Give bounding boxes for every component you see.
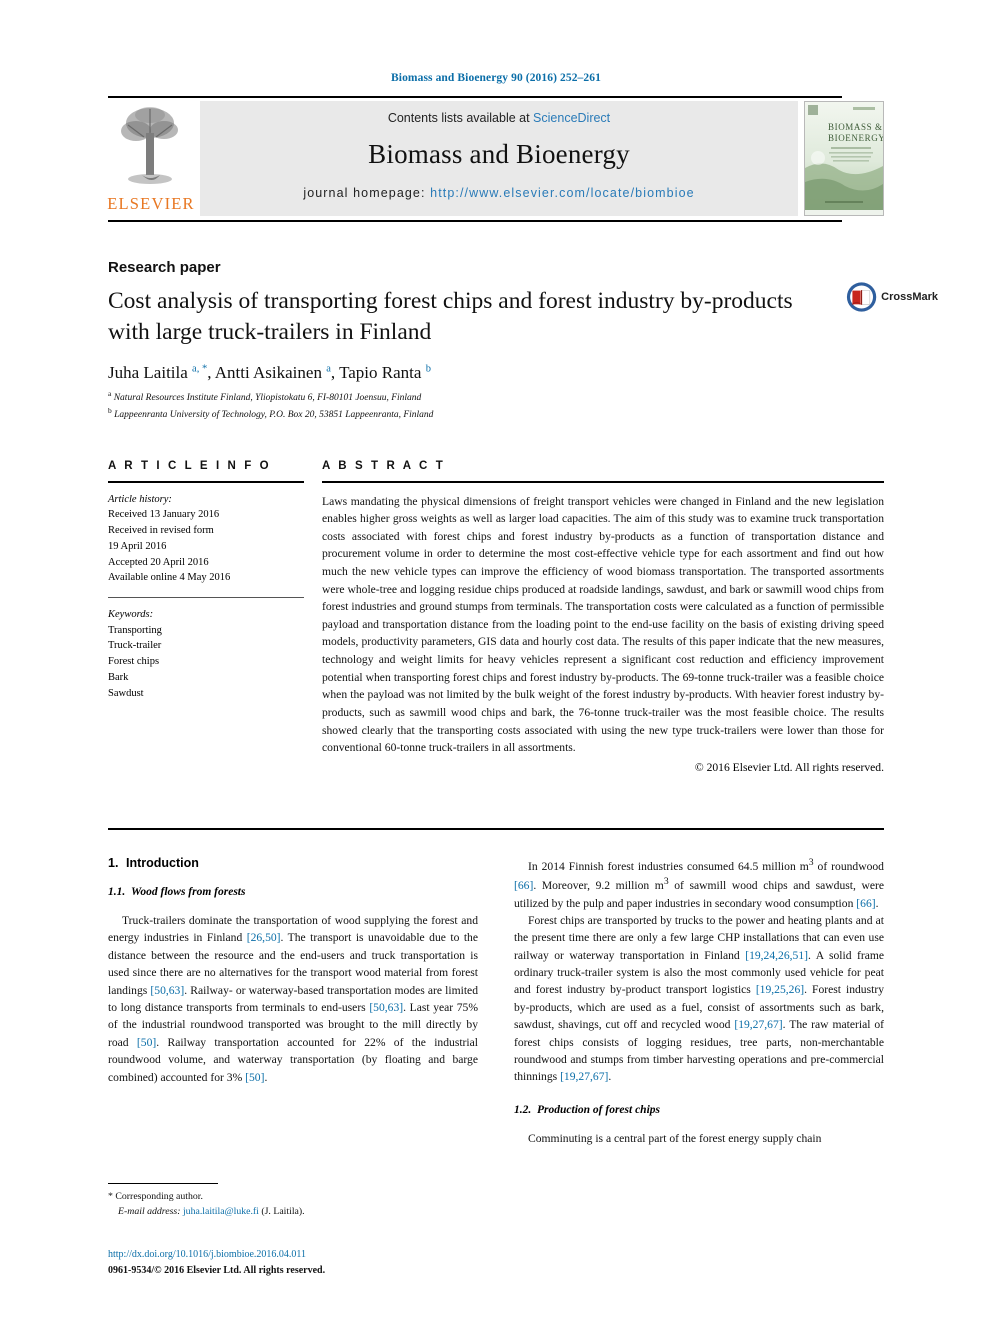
email-link[interactable]: juha.laitila@luke.fi: [183, 1206, 259, 1217]
abstract-bottom-rule: [108, 828, 884, 830]
subsection-title: Production of forest chips: [537, 1103, 660, 1116]
page-title: Cost analysis of transporting forest chi…: [108, 288, 793, 345]
affiliation-text: Lappeenranta University of Technology, P…: [114, 410, 434, 421]
affiliation-item: a Natural Resources Institute Finland, Y…: [108, 389, 433, 406]
subsection-number: 1.2.: [514, 1103, 532, 1116]
section-heading-1-2: 1.2. Production of forest chips: [514, 1104, 884, 1116]
crossmark-icon: [846, 282, 877, 312]
journal-title: Biomass and Bioenergy: [368, 139, 630, 169]
sciencedirect-link[interactable]: ScienceDirect: [533, 111, 610, 125]
journal-masthead: ELSEVIER Contents lists available at Sci…: [107, 96, 884, 222]
affiliation-item: b Lappeenranta University of Technology,…: [108, 406, 433, 423]
email-suffix: (J. Laitila).: [261, 1205, 305, 1217]
doi-block: http://dx.doi.org/10.1016/j.biombioe.201…: [108, 1247, 488, 1278]
abstract-heading: A B S T R A C T: [322, 460, 446, 472]
history-item: Received in revised form: [108, 525, 214, 537]
article-info-column: A R T I C L E I N F O Article history: R…: [108, 460, 304, 701]
paper-page: Biomass and Bioenergy 90 (2016) 252–261: [0, 0, 992, 1323]
running-head: Biomass and Bioenergy 90 (2016) 252–261: [391, 72, 601, 84]
history-item: Available online 4 May 2016: [108, 572, 231, 584]
affiliation-marker: b: [108, 405, 112, 415]
left-column: 1. Introduction 1.1. Wood flows from fore…: [108, 856, 478, 1086]
keywords-rule: [108, 597, 304, 598]
abstract-copyright: © 2016 Elsevier Ltd. All rights reserved…: [694, 760, 884, 774]
affiliation-marker: a: [108, 389, 112, 398]
authors-text: Juha Laitila a, *, Antti Asikainen a, Ta…: [108, 363, 431, 382]
svg-text:BIOMASS &: BIOMASS &: [828, 122, 883, 132]
cover-artwork: BIOMASS & BIOENERGY: [805, 102, 883, 210]
email-line: E-mail address: juha.laitila@luke.fi (J.…: [108, 1205, 478, 1220]
keyword-item: Bark: [108, 671, 129, 683]
keywords-block: Keywords: Transporting Truck-trailer For…: [108, 607, 304, 702]
abstract-text: Laws mandating the physical dimensions o…: [322, 494, 884, 755]
history-item: Accepted 20 April 2016: [108, 556, 209, 568]
history-item: Received 13 January 2016: [108, 509, 220, 521]
affiliation-list: a Natural Resources Institute Finland, Y…: [108, 389, 433, 423]
abstract-column: A B S T R A C T Laws mandating the physi…: [322, 460, 884, 774]
article-category: Research paper: [108, 259, 221, 276]
keyword-item: Truck-trailer: [108, 640, 162, 652]
masthead-center: Contents lists available at ScienceDirec…: [200, 101, 798, 216]
keyword-item: Sawdust: [108, 687, 144, 699]
corresponding-label: Corresponding author.: [115, 1191, 203, 1202]
article-info-heading: A R T I C L E I N F O: [108, 460, 272, 472]
paragraph: Comminuting is a central part of the for…: [528, 1131, 822, 1145]
paragraph: Forest chips are transported by trucks t…: [514, 913, 885, 1084]
section-number: 1.: [108, 856, 119, 870]
section-heading-1-1: 1.1. Wood flows from forests: [108, 886, 478, 898]
abstract-rule: [322, 481, 884, 483]
article-info-rule: [108, 481, 304, 483]
history-item: 19 April 2016: [108, 540, 167, 552]
elsevier-logo: ELSEVIER: [107, 101, 195, 216]
issn-line: 0961-9534/© 2016 Elsevier Ltd. All right…: [108, 1264, 326, 1276]
subsection-title: Wood flows from forests: [131, 886, 246, 898]
keyword-item: Forest chips: [108, 656, 160, 668]
section-title: Introduction: [126, 856, 199, 870]
footnote-rule: [108, 1183, 218, 1184]
homepage-url[interactable]: http://www.elsevier.com/locate/biombioe: [430, 186, 695, 200]
masthead-top-rule: [108, 96, 842, 98]
elsevier-wordmark: ELSEVIER: [107, 193, 195, 213]
affiliation-text: Natural Resources Institute Finland, Yli…: [113, 393, 422, 404]
contents-prefix: Contents lists available at: [387, 111, 534, 125]
paragraph: In 2014 Finnish forest industries consum…: [514, 857, 884, 910]
article-history-label: Article history:: [108, 493, 172, 505]
crossmark-badge[interactable]: CrossMark: [846, 280, 938, 314]
email-label: E-mail address:: [118, 1205, 181, 1217]
keywords-label: Keywords:: [108, 608, 154, 620]
doi-link[interactable]: http://dx.doi.org/10.1016/j.biombioe.201…: [108, 1247, 488, 1263]
author-list: Juha Laitila a, *, Antti Asikainen a, Ta…: [108, 363, 431, 383]
homepage-label: journal homepage:: [303, 186, 426, 200]
masthead-bottom-rule: [108, 220, 842, 222]
footnote-block: * Corresponding author. E-mail address: …: [108, 1183, 478, 1219]
article-history: Article history: Received 13 January 201…: [108, 492, 304, 587]
journal-cover-thumbnail: BIOMASS & BIOENERGY: [804, 101, 884, 216]
section-heading-1: 1. Introduction: [108, 856, 478, 870]
contents-line: Contents lists available at ScienceDirec…: [200, 111, 798, 125]
elsevier-tree-icon: [121, 106, 178, 184]
corresponding-marker: *: [108, 1191, 113, 1202]
subsection-number: 1.1.: [108, 886, 126, 898]
crossmark-label: CrossMark: [881, 291, 938, 303]
right-column: In 2014 Finnish forest industries consum…: [514, 856, 884, 1147]
article-category-label: Research paper: [108, 259, 221, 276]
keyword-item: Transporting: [108, 624, 162, 636]
paragraph: Truck-trailers dominate the transportati…: [108, 914, 479, 1084]
svg-text:BIOENERGY: BIOENERGY: [828, 133, 883, 143]
journal-homepage-line: journal homepage: http://www.elsevier.co…: [200, 186, 798, 200]
corresponding-author-line: * Corresponding author.: [108, 1190, 478, 1205]
